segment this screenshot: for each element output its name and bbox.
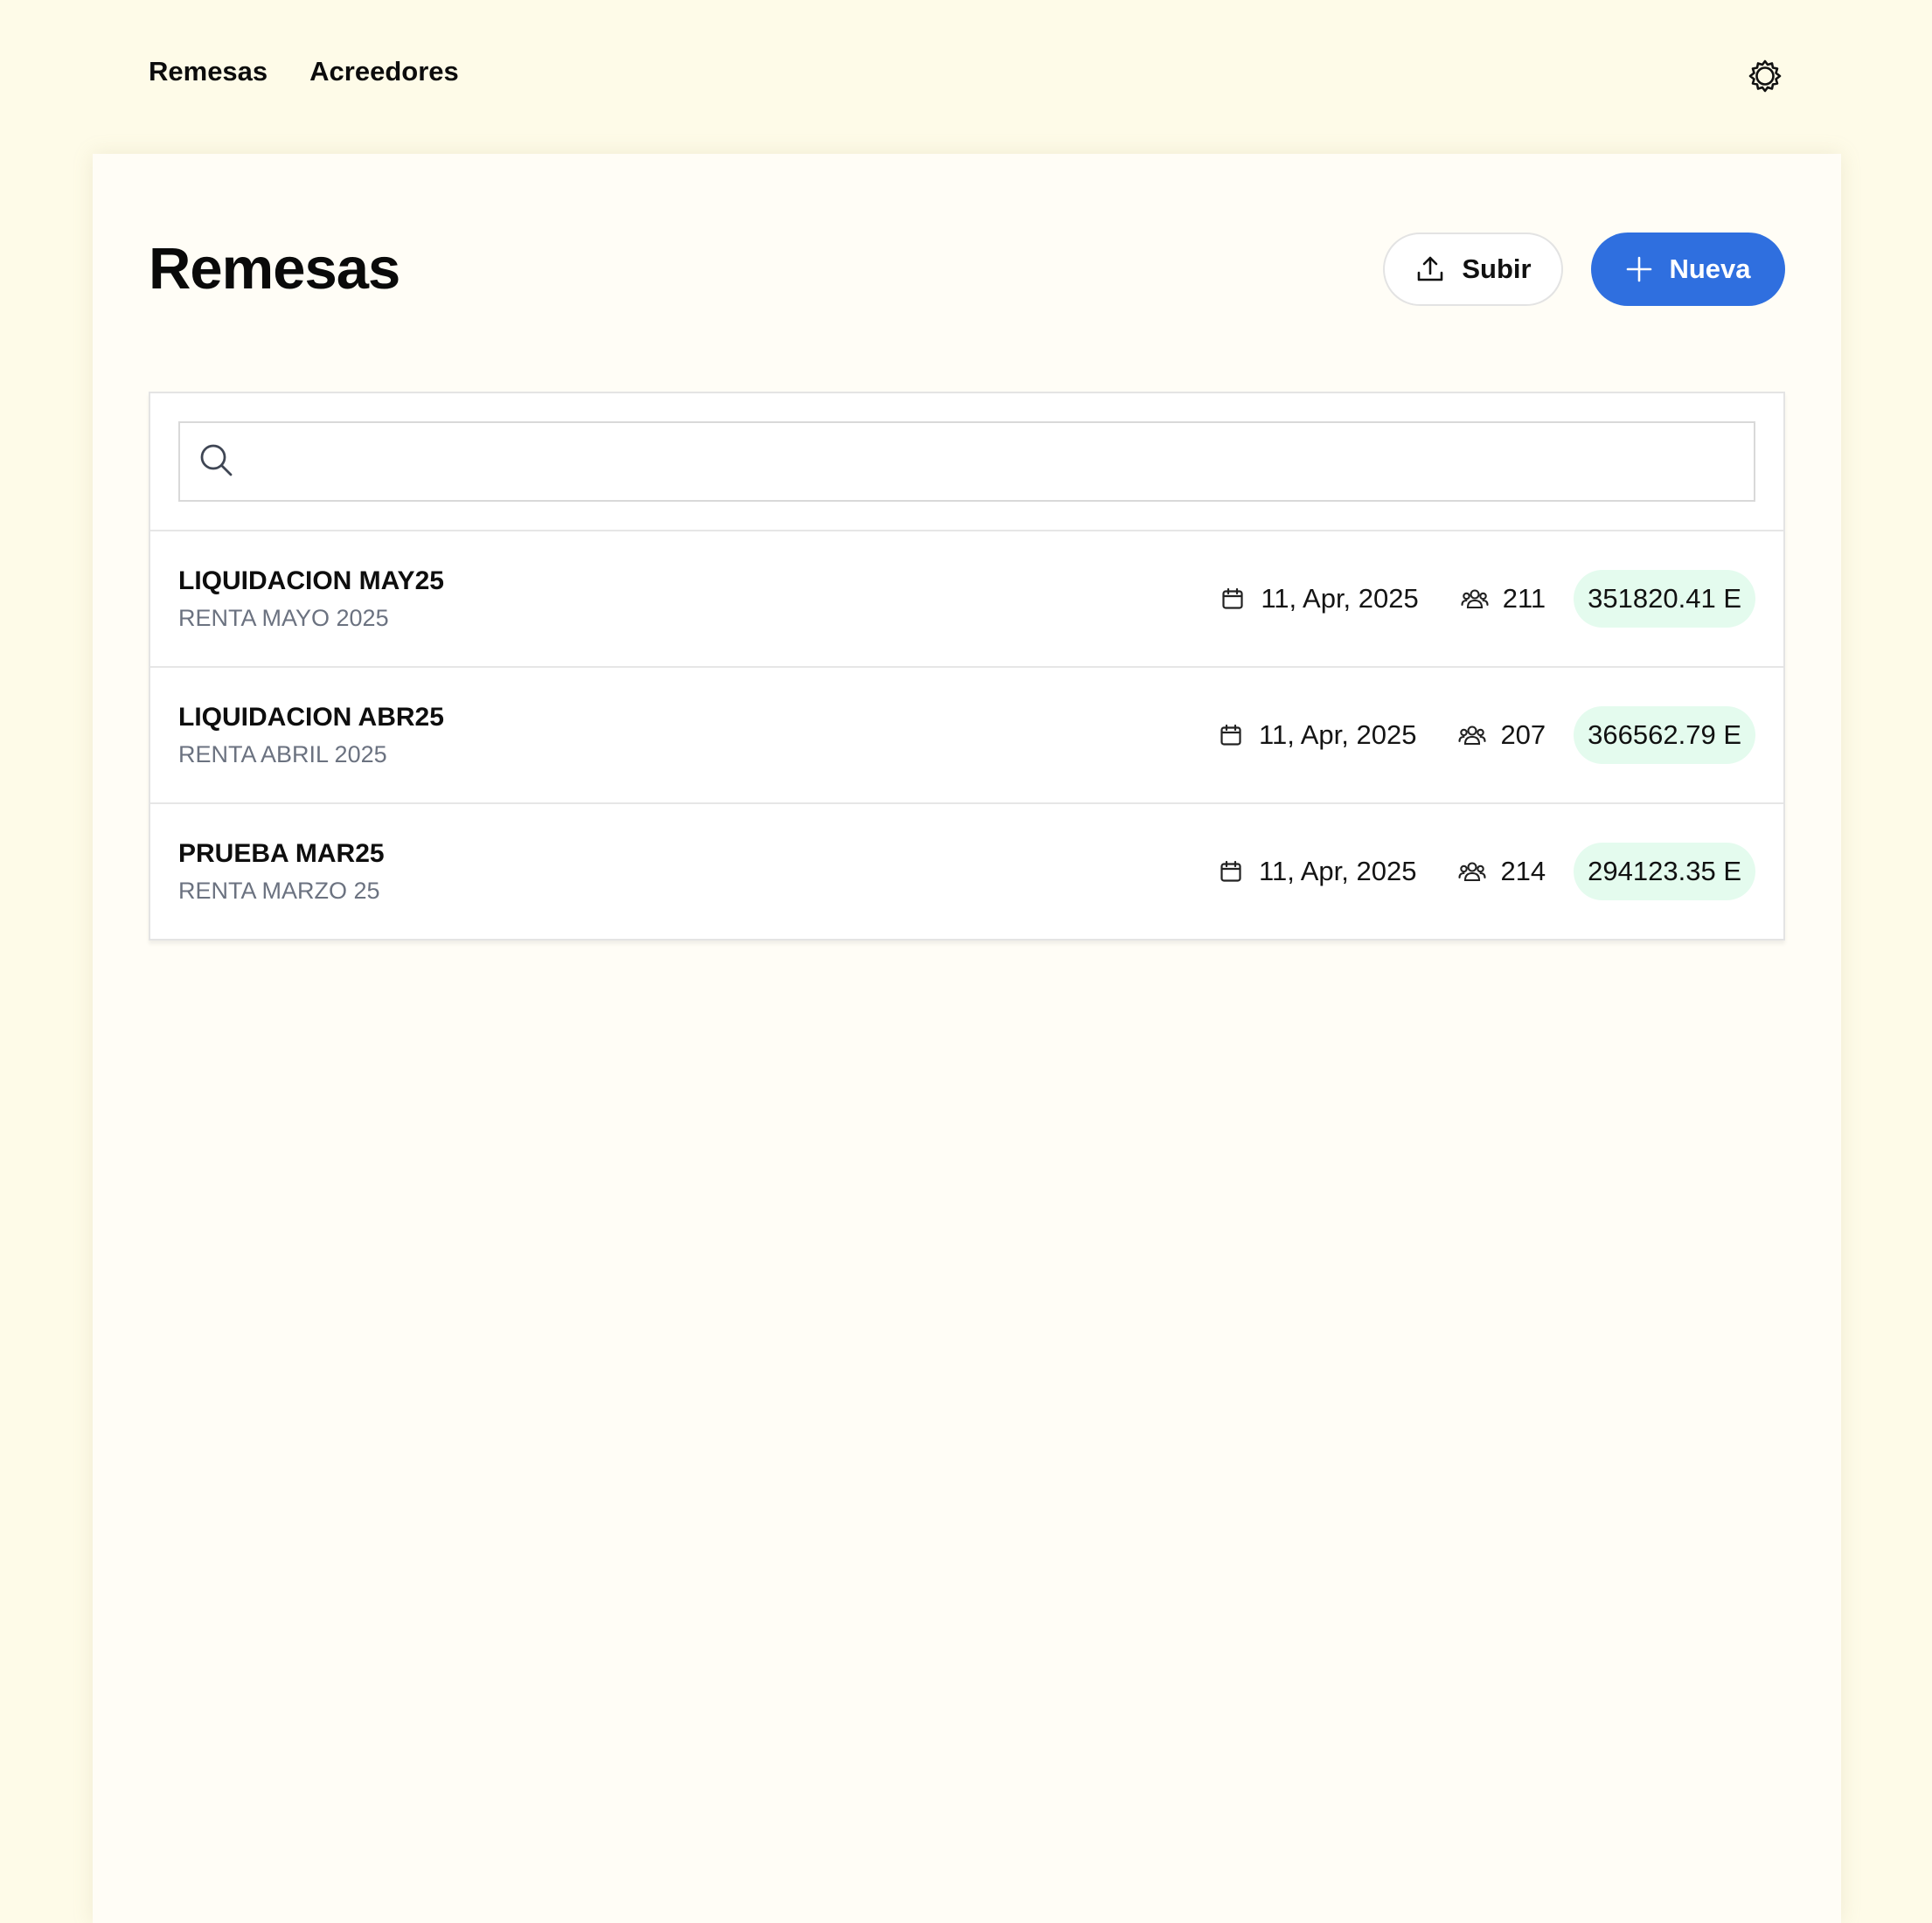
page-title: Remesas	[149, 236, 400, 302]
upload-icon	[1414, 253, 1446, 285]
settings-button[interactable]	[1747, 58, 1783, 94]
nav-item-remesas[interactable]: Remesas	[149, 56, 268, 87]
list-item[interactable]: LIQUIDACION MAY25 RENTA MAYO 2025 11, Ap…	[150, 531, 1783, 668]
new-button[interactable]: Nueva	[1591, 233, 1785, 306]
users-icon	[1461, 587, 1489, 611]
nav-item-acreedores[interactable]: Acreedores	[309, 56, 459, 87]
calendar-icon	[1220, 587, 1245, 611]
count-text: 214	[1500, 856, 1546, 886]
list-item-subtitle: RENTA MARZO 25	[178, 878, 380, 904]
list-item-date: 11, Apr, 2025	[1219, 719, 1416, 751]
list-item-info: LIQUIDACION ABR25 RENTA ABRIL 2025	[178, 701, 444, 769]
search-bar	[150, 393, 1783, 531]
list-item-subtitle: RENTA MAYO 2025	[178, 605, 389, 631]
list-item-date: 11, Apr, 2025	[1220, 583, 1419, 614]
list-item-title: LIQUIDACION ABR25	[178, 703, 444, 732]
list-item-count: 214	[1458, 856, 1546, 887]
count-text: 207	[1500, 719, 1546, 750]
list-item-subtitle: RENTA ABRIL 2025	[178, 741, 387, 767]
list-item-meta: 11, Apr, 2025 214 294123.35 E	[1219, 843, 1755, 900]
list-item-meta: 11, Apr, 2025 211 351820.41 E	[1220, 570, 1755, 628]
amount-badge: 351820.41 E	[1574, 570, 1755, 628]
header-actions: Subir Nueva	[1383, 233, 1785, 306]
list-item-count: 207	[1458, 719, 1546, 751]
search-input[interactable]	[248, 434, 1754, 489]
date-text: 11, Apr, 2025	[1259, 719, 1417, 750]
date-text: 11, Apr, 2025	[1259, 856, 1417, 886]
search-icon	[198, 441, 234, 482]
upload-button[interactable]: Subir	[1383, 233, 1563, 306]
calendar-icon	[1219, 723, 1243, 747]
amount-badge: 366562.79 E	[1574, 706, 1755, 764]
main-panel: Remesas Subir Nueva LIQUIDACION MAY25 RE…	[93, 154, 1841, 1923]
list-item-count: 211	[1461, 583, 1546, 614]
list-item[interactable]: PRUEBA MAR25 RENTA MARZO 25 11, Apr, 202…	[150, 804, 1783, 939]
count-text: 211	[1502, 583, 1546, 614]
remesas-list: LIQUIDACION MAY25 RENTA MAYO 2025 11, Ap…	[149, 392, 1785, 941]
list-item-date: 11, Apr, 2025	[1219, 856, 1416, 887]
users-icon	[1458, 859, 1486, 884]
list-item[interactable]: LIQUIDACION ABR25 RENTA ABRIL 2025 11, A…	[150, 668, 1783, 804]
date-text: 11, Apr, 2025	[1261, 583, 1419, 614]
gear-icon	[1747, 58, 1783, 94]
calendar-icon	[1219, 859, 1243, 884]
new-button-label: Nueva	[1669, 253, 1751, 284]
list-item-info: PRUEBA MAR25 RENTA MARZO 25	[178, 837, 385, 906]
list-item-title: LIQUIDACION MAY25	[178, 566, 444, 595]
list-item-title: PRUEBA MAR25	[178, 839, 385, 868]
list-item-meta: 11, Apr, 2025 207 366562.79 E	[1219, 706, 1755, 764]
amount-badge: 294123.35 E	[1574, 843, 1755, 900]
upload-button-label: Subir	[1462, 253, 1532, 284]
search-box[interactable]	[178, 421, 1755, 502]
plus-icon	[1625, 255, 1653, 283]
top-nav: Remesas Acreedores	[149, 56, 459, 87]
list-item-info: LIQUIDACION MAY25 RENTA MAYO 2025	[178, 565, 444, 633]
users-icon	[1458, 723, 1486, 747]
page-header: Remesas Subir Nueva	[149, 233, 1785, 306]
